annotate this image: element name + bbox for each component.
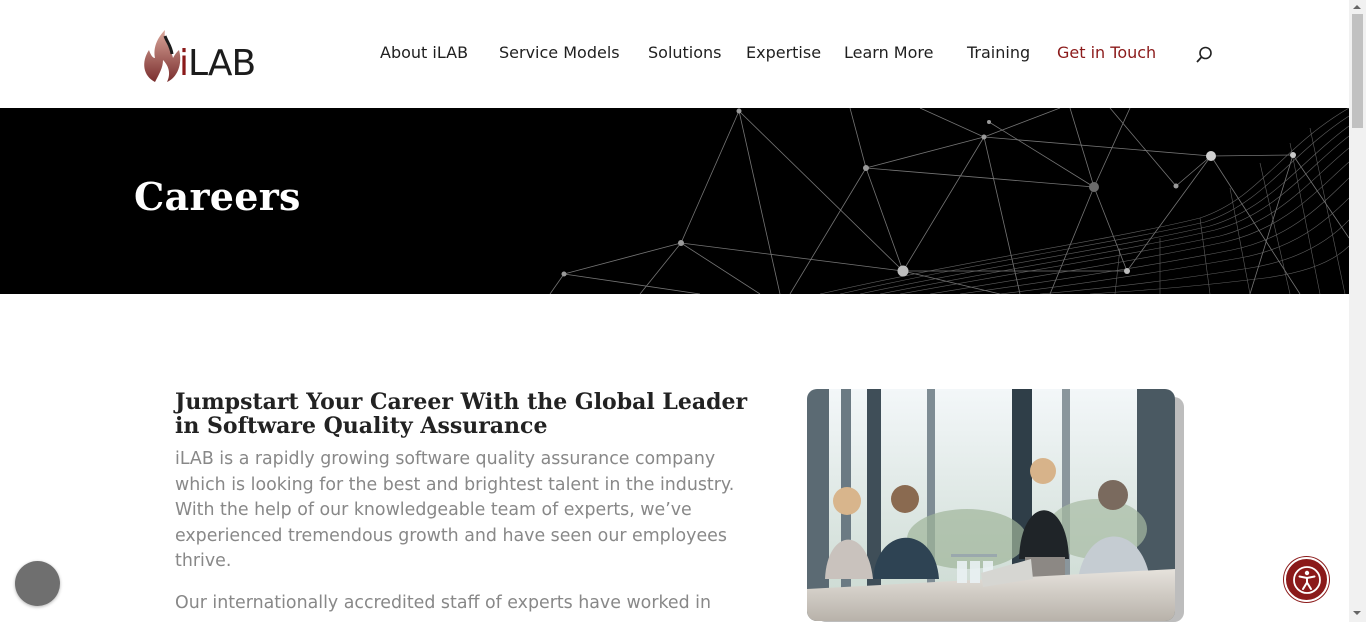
meeting-photo-illustration	[807, 389, 1175, 621]
accessibility-button[interactable]	[1284, 557, 1329, 602]
office-meeting-photo	[807, 389, 1175, 621]
intro-paragraph: iLAB is a rapidly growing software quali…	[175, 449, 735, 571]
scroll-up-arrow-icon[interactable]	[1353, 5, 1361, 9]
page-scrollbar[interactable]	[1349, 0, 1366, 622]
nav-training[interactable]: Training	[967, 43, 1030, 62]
nav-about-ilab[interactable]: About iLAB	[380, 43, 468, 62]
search-icon[interactable]	[1195, 46, 1213, 64]
chat-widget-button[interactable]	[15, 561, 60, 606]
accessibility-icon	[1292, 565, 1321, 594]
logo-wordmark-i: i	[179, 43, 189, 84]
nav-service-models[interactable]: Service Models	[499, 43, 620, 62]
nav-expertise[interactable]: Expertise	[746, 43, 821, 62]
scrollbar-thumb[interactable]	[1352, 14, 1363, 128]
site-header: iLAB About iLAB Service Models Solutions…	[0, 0, 1349, 108]
nav-get-in-touch[interactable]: Get in Touch	[1057, 43, 1156, 62]
flame-logo-icon	[144, 30, 181, 82]
page-title: Careers	[134, 174, 301, 219]
nav-solutions[interactable]: Solutions	[648, 43, 722, 62]
logo-wordmark: iLAB	[179, 43, 256, 84]
scroll-down-arrow-icon[interactable]	[1353, 611, 1361, 615]
nav-learn-more[interactable]: Learn More	[844, 43, 933, 62]
hero-banner: Careers	[0, 108, 1349, 294]
section-heading: Jumpstart Your Career With the Global Le…	[175, 389, 748, 439]
ilab-logo[interactable]: iLAB	[141, 24, 281, 84]
logo-wordmark-rest: LAB	[188, 43, 256, 84]
second-paragraph: Our internationally accredited staff of …	[175, 593, 712, 622]
